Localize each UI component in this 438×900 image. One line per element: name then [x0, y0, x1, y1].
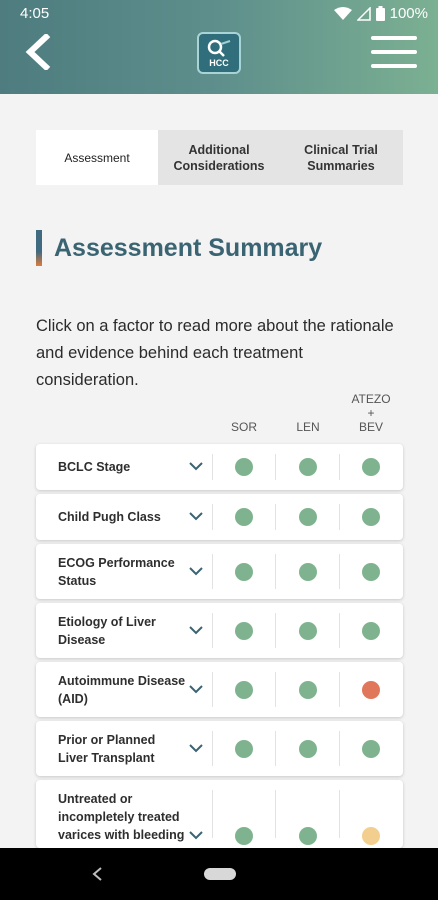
- status-dot-len: [299, 739, 317, 758]
- column-divider: [212, 672, 213, 707]
- column-divider: [339, 731, 340, 766]
- battery-percent: 100%: [389, 5, 428, 22]
- factor-row[interactable]: Child Pugh Class: [36, 494, 403, 540]
- app-logo: HCC: [197, 32, 241, 74]
- column-divider: [275, 554, 276, 589]
- menu-line: [371, 50, 417, 54]
- status-dot-sor: [235, 739, 253, 758]
- factor-label: Child Pugh Class: [58, 510, 161, 524]
- tab-bar: Assessment Additional Considerations Cli…: [36, 130, 403, 185]
- factor-label: BCLC Stage: [58, 460, 131, 474]
- column-divider: [339, 790, 340, 838]
- column-divider: [212, 790, 213, 838]
- factor-row[interactable]: Prior or Planned Liver Transplant: [36, 721, 403, 776]
- chevron-down-icon: [189, 566, 203, 575]
- column-divider: [212, 454, 213, 480]
- factor-row[interactable]: Untreated or incompletely treated varice…: [36, 780, 403, 848]
- column-divider: [212, 504, 213, 530]
- column-divider: [275, 790, 276, 838]
- column-header-len: LEN: [296, 420, 320, 434]
- nav-home-button[interactable]: [204, 868, 236, 880]
- column-divider: [275, 672, 276, 707]
- menu-button[interactable]: [371, 36, 417, 68]
- chevron-down-icon: [189, 625, 203, 634]
- status-dot-len: [299, 827, 317, 845]
- status-dot-atezo-bev: [362, 827, 380, 845]
- status-dot-sor: [235, 458, 253, 476]
- column-divider: [212, 613, 213, 648]
- logo-text: HCC: [209, 57, 229, 68]
- factor-label: Autoimmune Disease (AID): [58, 673, 186, 706]
- tab-additional-considerations[interactable]: Additional Considerations: [158, 130, 280, 185]
- factor-row[interactable]: BCLC Stage: [36, 444, 403, 490]
- factor-row[interactable]: Etiology of Liver Disease: [36, 603, 403, 658]
- factor-row[interactable]: Autoimmune Disease (AID): [36, 662, 403, 717]
- status-dot-sor: [235, 827, 253, 845]
- status-dot-atezo-bev: [362, 739, 380, 758]
- status-dot-sor: [235, 680, 253, 699]
- column-divider: [212, 731, 213, 766]
- status-time: 4:05: [20, 5, 50, 22]
- status-dot-atezo-bev: [362, 562, 380, 581]
- status-dot-len: [299, 621, 317, 640]
- chevron-down-icon: [189, 462, 203, 471]
- status-bar: 4:05 100%: [0, 0, 438, 28]
- status-dot-len: [299, 562, 317, 581]
- tab-clinical-trial-summaries[interactable]: Clinical Trial Summaries: [280, 130, 402, 185]
- wifi-icon: [333, 6, 352, 20]
- column-divider: [275, 454, 276, 480]
- chevron-left-icon: [25, 32, 51, 72]
- status-dot-atezo-bev: [362, 508, 380, 526]
- status-dot-sor: [235, 562, 253, 581]
- status-dot-len: [299, 508, 317, 526]
- column-divider: [339, 672, 340, 707]
- column-divider: [339, 613, 340, 648]
- status-icons: 100%: [333, 5, 428, 22]
- battery-icon: [375, 6, 385, 21]
- nav-back-icon[interactable]: [90, 865, 104, 883]
- status-dot-len: [299, 680, 317, 699]
- factor-label: Prior or Planned Liver Transplant: [58, 732, 156, 765]
- status-dot-atezo-bev: [362, 458, 380, 476]
- column-divider: [212, 554, 213, 589]
- system-nav-bar: [0, 848, 438, 900]
- chevron-down-icon: [189, 512, 203, 521]
- column-header-atezo-bev: ATEZO + BEV: [351, 392, 391, 434]
- signal-icon: [356, 6, 371, 21]
- intro-text: Click on a factor to read more about the…: [36, 317, 394, 389]
- column-divider: [275, 731, 276, 766]
- column-divider: [339, 504, 340, 530]
- page-title: Assessment Summary: [54, 233, 323, 262]
- status-dot-sor: [235, 621, 253, 640]
- title-accent-bar: [36, 230, 42, 266]
- factor-row[interactable]: ECOG Performance Status: [36, 544, 403, 599]
- column-divider: [275, 613, 276, 648]
- status-dot-atezo-bev: [362, 680, 380, 699]
- column-header-sor: SOR: [230, 420, 257, 434]
- chevron-down-icon: [189, 684, 203, 693]
- column-divider: [339, 554, 340, 589]
- column-divider: [339, 454, 340, 480]
- tab-assessment[interactable]: Assessment: [36, 130, 158, 185]
- chevron-down-icon: [189, 743, 203, 752]
- app-bar: 4:05 100% HCC: [0, 0, 438, 94]
- chevron-down-icon: [189, 831, 203, 840]
- menu-line: [371, 36, 417, 40]
- status-dot-atezo-bev: [362, 621, 380, 640]
- factor-label: ECOG Performance Status: [58, 555, 175, 588]
- status-dot-len: [299, 458, 317, 476]
- menu-line: [371, 64, 417, 68]
- status-dot-sor: [235, 508, 253, 526]
- column-divider: [275, 504, 276, 530]
- magnifier-logo-icon: [207, 39, 231, 57]
- section-header: Assessment Summary: [36, 230, 322, 266]
- factor-label: Untreated or incompletely treated varice…: [58, 792, 185, 842]
- back-button[interactable]: [22, 32, 52, 72]
- factor-label: Etiology of Liver Disease: [58, 614, 156, 647]
